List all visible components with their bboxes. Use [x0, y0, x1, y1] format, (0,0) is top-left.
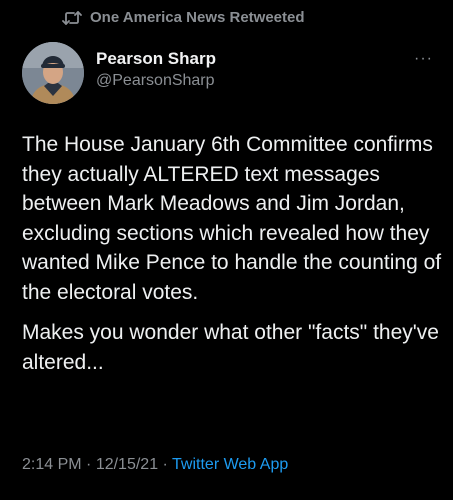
more-icon[interactable]: ··· [414, 50, 433, 68]
avatar[interactable] [22, 42, 84, 104]
author-info[interactable]: Pearson Sharp @PearsonSharp [96, 49, 216, 91]
tweet-time[interactable]: 2:14 PM [22, 456, 82, 473]
tweet-source-link[interactable]: Twitter Web App [172, 456, 288, 473]
tweet-header: Pearson Sharp @PearsonSharp ··· [22, 42, 433, 104]
user-handle[interactable]: @PearsonSharp [96, 70, 216, 91]
tweet-date[interactable]: 12/15/21 [96, 456, 158, 473]
tweet-paragraph: The House January 6th Committee confirms… [22, 133, 442, 304]
retweet-context[interactable]: One America News Retweeted [62, 9, 305, 26]
retweet-label: One America News Retweeted [90, 9, 305, 26]
tweet-text: The House January 6th Committee confirms… [22, 130, 442, 377]
meta-separator: · [81, 456, 96, 473]
retweet-icon [62, 10, 82, 26]
tweet-meta: 2:14 PM · 12/15/21 · Twitter Web App [22, 456, 288, 474]
meta-separator: · [158, 456, 173, 473]
tweet-paragraph: Makes you wonder what other "facts" they… [22, 321, 439, 374]
display-name[interactable]: Pearson Sharp [96, 49, 216, 69]
